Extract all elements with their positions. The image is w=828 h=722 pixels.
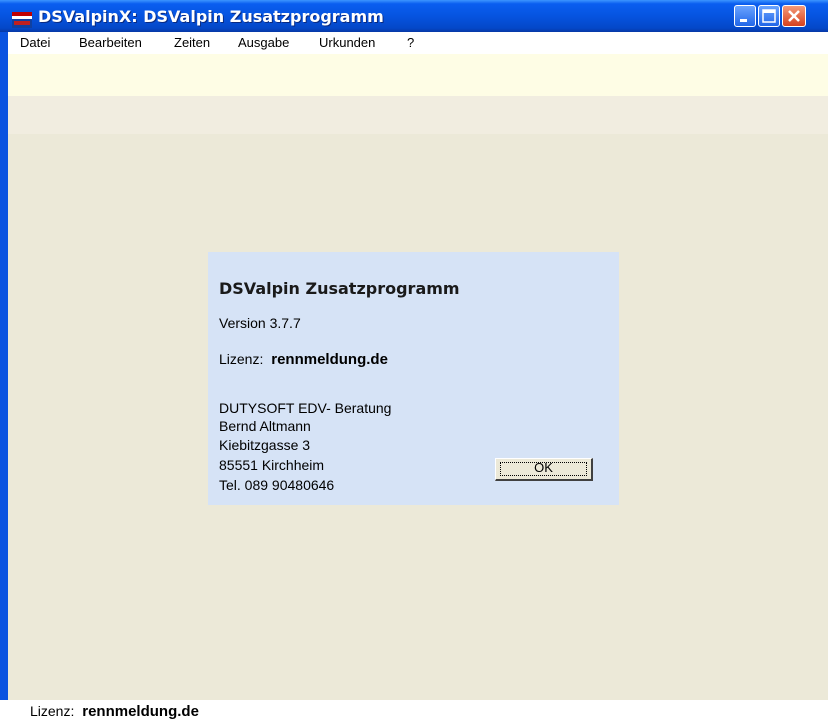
- toolbar-strip: [8, 96, 828, 134]
- maximize-icon: [762, 9, 776, 23]
- about-company: DUTYSOFT EDV- Beratung: [219, 400, 392, 416]
- menu-ausgabe[interactable]: Ausgabe: [238, 35, 289, 50]
- ok-focus-rect: [500, 462, 587, 476]
- minimize-button[interactable]: [734, 5, 756, 27]
- status-license-label: Lizenz:: [30, 703, 75, 719]
- status-license: Lizenz: rennmeldung.de: [30, 703, 199, 720]
- menu-zeiten[interactable]: Zeiten: [174, 35, 210, 50]
- about-version: Version 3.7.7: [219, 315, 301, 331]
- about-city: 85551 Kirchheim: [219, 457, 325, 473]
- maximize-button[interactable]: [758, 5, 780, 27]
- about-contact-name: Bernd Altmann: [219, 418, 311, 434]
- title-bar[interactable]: DSValpinX: DSValpin Zusatzprogramm: [0, 0, 828, 32]
- about-license-value: rennmeldung.de: [271, 351, 388, 368]
- ok-button[interactable]: OK: [495, 458, 593, 481]
- menu-bearbeiten[interactable]: Bearbeiten: [79, 35, 142, 50]
- menu-datei[interactable]: Datei: [20, 35, 50, 50]
- about-phone: Tel. 089 90480646: [219, 477, 335, 493]
- close-icon: [788, 10, 800, 22]
- menu-urkunden[interactable]: Urkunden: [319, 35, 375, 50]
- about-dialog: DSValpin Zusatzprogramm Version 3.7.7 Li…: [208, 252, 619, 505]
- status-bar: Lizenz: rennmeldung.de: [0, 700, 828, 722]
- minimize-icon: [740, 19, 747, 22]
- main-window: DSValpinX: DSValpin Zusatzprogramm Datei…: [0, 0, 828, 722]
- app-logo-icon[interactable]: [12, 12, 32, 28]
- close-button[interactable]: [782, 5, 806, 27]
- about-license: Lizenz: rennmeldung.de: [219, 351, 388, 368]
- window-title: DSValpinX: DSValpin Zusatzprogramm: [38, 7, 384, 26]
- status-license-value: rennmeldung.de: [82, 703, 199, 720]
- about-app-name: DSValpin Zusatzprogramm: [219, 279, 460, 298]
- about-street: Kiebitzgasse 3: [219, 437, 311, 453]
- menu-help[interactable]: ?: [407, 35, 414, 50]
- about-license-label: Lizenz:: [219, 351, 264, 367]
- menu-bar: Datei Bearbeiten Zeiten Ausgabe Urkunden…: [8, 32, 828, 54]
- window-left-border: [0, 32, 8, 700]
